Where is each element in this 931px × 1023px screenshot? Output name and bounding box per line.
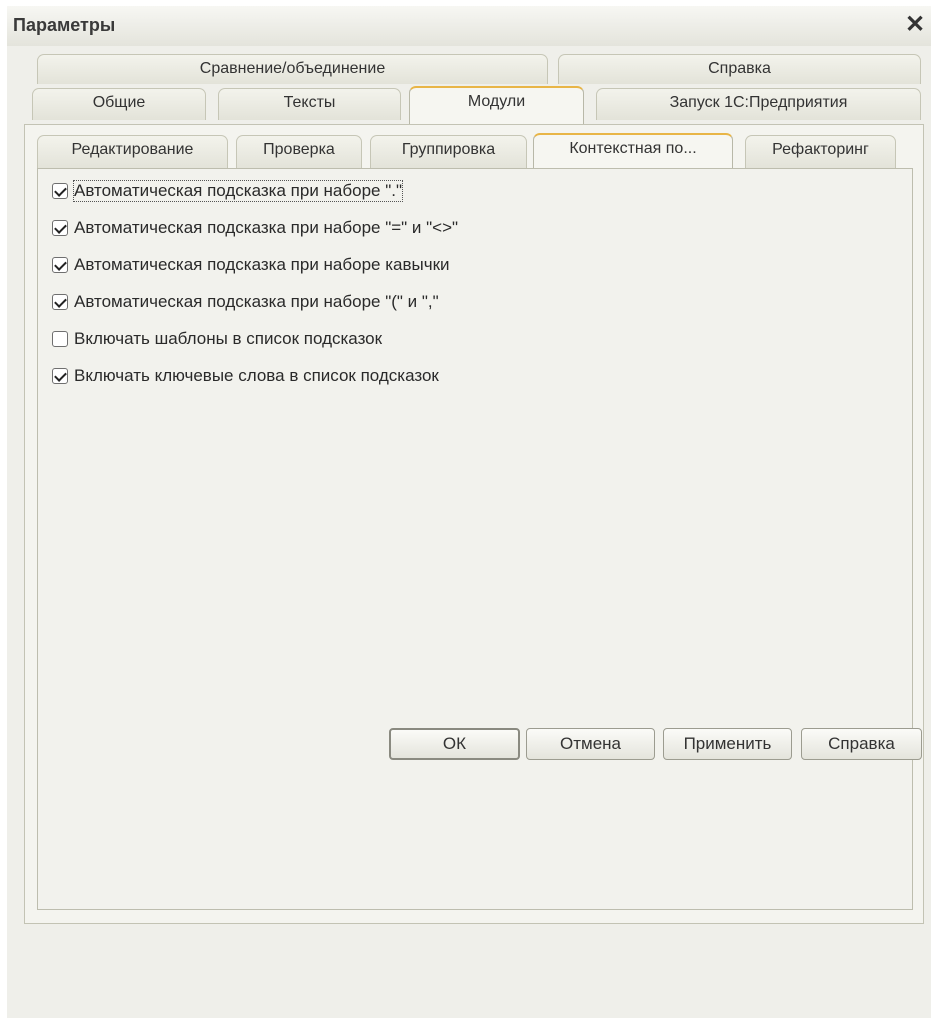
checkbox-hint-quote[interactable] (52, 257, 68, 273)
checkbox-include-templates[interactable] (52, 331, 68, 347)
apply-button[interactable]: Применить (663, 728, 792, 760)
subtab-grouping[interactable]: Группировка (370, 135, 527, 168)
checkbox-include-keywords[interactable] (52, 368, 68, 384)
tab-general[interactable]: Общие (32, 88, 206, 120)
subtab-check[interactable]: Проверка (236, 135, 362, 168)
subtab-context-hint[interactable]: Контекстная по... (533, 133, 733, 169)
tab-help[interactable]: Справка (558, 54, 921, 84)
subtab-refactoring[interactable]: Рефакторинг (745, 135, 896, 168)
option-label: Автоматическая подсказка при наборе "=" … (74, 218, 459, 237)
option-label: Включать ключевые слова в список подсказ… (74, 366, 439, 385)
option-label: Автоматическая подсказка при наборе кавы… (74, 255, 450, 274)
checkbox-hint-equals[interactable] (52, 220, 68, 236)
option-include-templates[interactable]: Включать шаблоны в список подсказок (52, 328, 382, 350)
option-hint-paren[interactable]: Автоматическая подсказка при наборе "(" … (52, 291, 439, 313)
ok-button[interactable]: ОК (389, 728, 520, 760)
cancel-button[interactable]: Отмена (526, 728, 655, 760)
settings-dialog: Параметры ✕ Сравнение/объединение Справк… (7, 6, 931, 1018)
checkbox-hint-dot[interactable] (52, 183, 68, 199)
title-bar: Параметры ✕ (7, 6, 931, 46)
option-hint-equals[interactable]: Автоматическая подсказка при наборе "=" … (52, 217, 458, 239)
option-label: Автоматическая подсказка при наборе "(" … (74, 292, 439, 311)
context-hint-panel (37, 168, 913, 910)
tab-texts[interactable]: Тексты (218, 88, 401, 120)
window-title: Параметры (13, 15, 116, 35)
tab-enterprise-launch[interactable]: Запуск 1С:Предприятия (596, 88, 921, 120)
option-include-keywords[interactable]: Включать ключевые слова в список подсказ… (52, 365, 439, 387)
checkbox-hint-paren[interactable] (52, 294, 68, 310)
option-hint-quote[interactable]: Автоматическая подсказка при наборе кавы… (52, 254, 450, 276)
option-label: Включать шаблоны в список подсказок (74, 329, 383, 348)
subtab-editing[interactable]: Редактирование (37, 135, 228, 168)
option-hint-dot[interactable]: Автоматическая подсказка при наборе "." (52, 180, 404, 202)
help-button[interactable]: Справка (801, 728, 922, 760)
close-icon[interactable]: ✕ (903, 12, 927, 38)
option-label: Автоматическая подсказка при наборе "." (72, 180, 404, 202)
tab-compare-merge[interactable]: Сравнение/объединение (37, 54, 548, 84)
tab-modules[interactable]: Модули (409, 86, 584, 124)
